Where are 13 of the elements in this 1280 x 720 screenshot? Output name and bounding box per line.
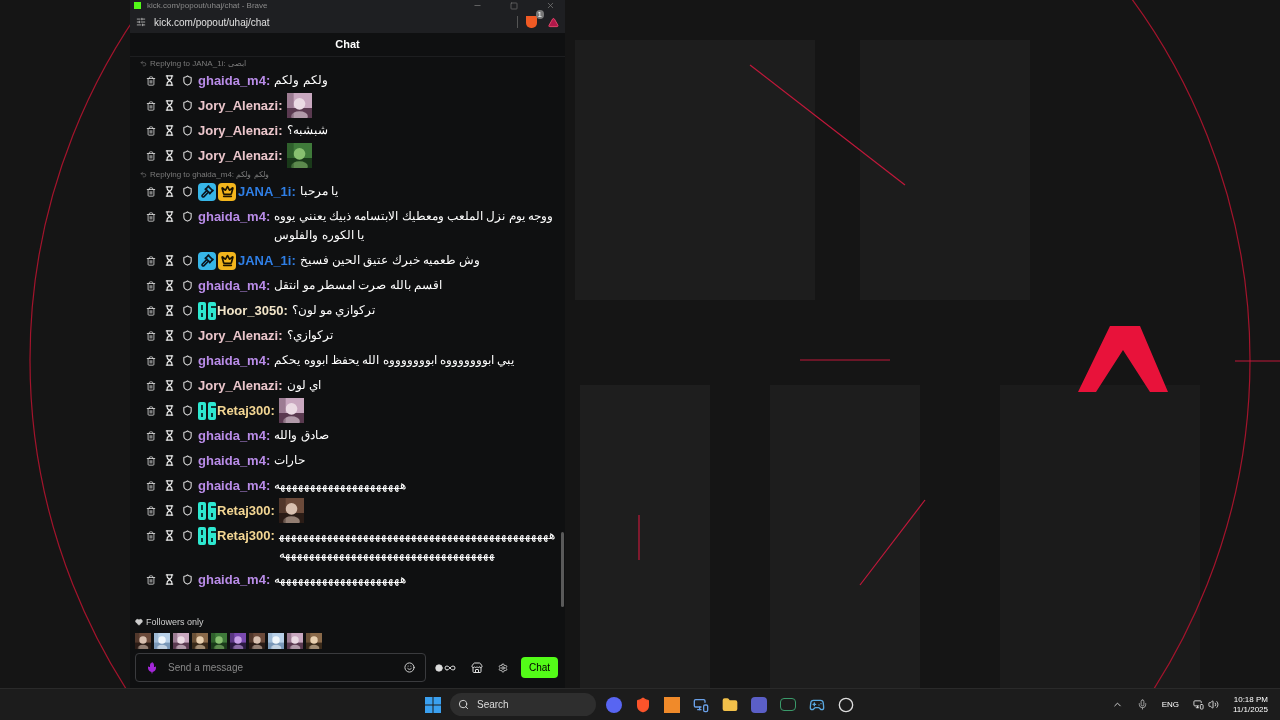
start-icon[interactable]: [425, 696, 441, 713]
search-field[interactable]: Search: [450, 693, 596, 716]
computer-icon[interactable]: [693, 696, 709, 713]
language-indicator[interactable]: ENG: [1161, 698, 1179, 711]
network-icon[interactable]: [1193, 699, 1204, 710]
brave-browser-icon[interactable]: [635, 696, 651, 713]
search-icon: [458, 699, 469, 710]
clock-date: 11/1/2025: [1233, 704, 1268, 715]
search-label: Search: [477, 698, 509, 712]
mic-tray-icon[interactable]: [1136, 699, 1148, 710]
volume-icon[interactable]: [1208, 699, 1219, 710]
folder-icon[interactable]: [722, 696, 738, 713]
clock-time: 10:18 PM: [1233, 694, 1268, 705]
